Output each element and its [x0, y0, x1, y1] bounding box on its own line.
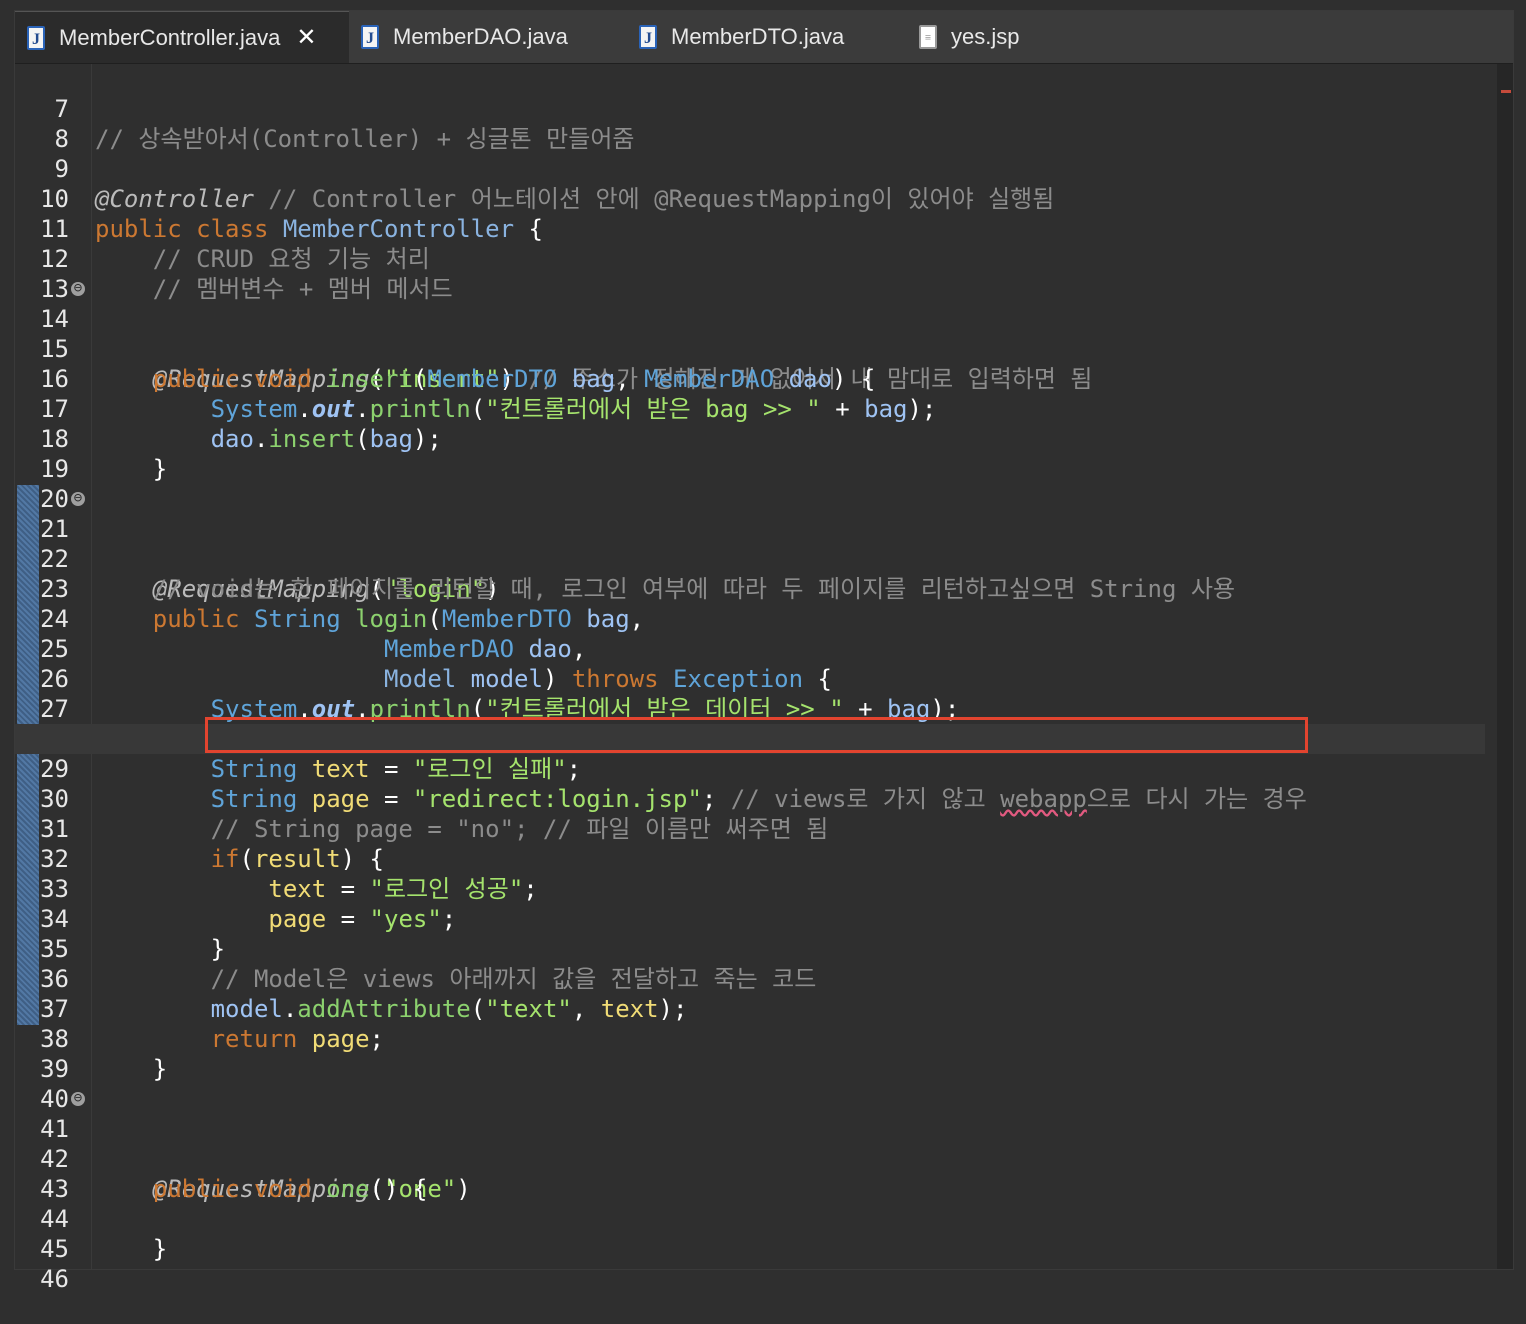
code-line: 9 @Controller // Controller 어노테이션 안에 @Re… [15, 124, 1485, 213]
highlight-annotation-box [205, 717, 1308, 753]
tab-label: MemberController.java [59, 24, 281, 50]
fold-collapse-icon[interactable]: ⊖ [71, 281, 85, 296]
code-line: 37 return page; [15, 964, 1485, 1053]
java-file-icon: J [27, 25, 45, 50]
code-line: 38 } [15, 994, 1485, 1083]
fold-collapse-icon[interactable]: ⊖ [71, 491, 85, 506]
code-line: 24 MemberDAO dao, [15, 574, 1485, 663]
code-line: 13 [15, 244, 1485, 303]
editor-window: J MemberController.java ✕ J MemberDAO.ja… [14, 10, 1514, 1293]
code-line: 33 page = "yes"; [15, 844, 1485, 933]
editor-tab-bar: J MemberController.java ✕ J MemberDAO.ja… [15, 11, 1513, 64]
code-line: 27 boolean result = dao.login(bag); [15, 664, 1485, 753]
code-line: 31 if(result) { [15, 784, 1485, 873]
line-number: 46 [40, 1265, 69, 1293]
code-line: 46 [15, 1234, 1485, 1293]
code-line: 12 // 멤버변수 + 멤버 메서드 [15, 214, 1485, 303]
code-line: 20 [15, 454, 1485, 513]
code-line: 43 [15, 1144, 1485, 1203]
code-line: 22 // void는 한 페이지를 리턴할 때, 로그인 여부에 따라 두 페… [15, 514, 1485, 603]
tab-label: MemberDTO.java [671, 24, 845, 49]
code-line: 35 // Model은 views 아래까지 값을 전달하고 죽는 코드 [15, 904, 1485, 993]
code-editor[interactable]: 7 // 상속받아서(Controller) + 싱글톤 만들어줌 8 9 @C… [15, 64, 1513, 1293]
tab-yes-jsp[interactable]: ≡ yes.jsp [919, 11, 1119, 63]
code-line: 39 [15, 1024, 1485, 1083]
code-line: 10 public class MemberController { [15, 154, 1485, 243]
tab-label: MemberDAO.java [393, 24, 568, 49]
close-icon[interactable]: ✕ [296, 12, 316, 64]
tab-label: yes.jsp [951, 24, 1020, 49]
jsp-file-icon: ≡ [919, 25, 937, 49]
java-file-icon: J [361, 25, 379, 49]
code-line: 26 System.out.println("컨트롤러에서 받은 데이터 >> … [15, 634, 1485, 723]
code-line: 36 model.addAttribute("text", text); [15, 934, 1485, 1023]
tab-membercontroller[interactable]: J MemberController.java ✕ [15, 11, 349, 63]
code-line: 19 [15, 424, 1485, 483]
code-line: 32 text = "로그인 성공"; [15, 814, 1485, 903]
code-line: 7 // 상속받아서(Controller) + 싱글톤 만들어줌 [15, 64, 1485, 153]
tab-memberdao[interactable]: J MemberDAO.java [361, 11, 621, 63]
code-line: 44 } [15, 1174, 1485, 1263]
code-line: 18 } [15, 394, 1485, 483]
code-line: 15 public void insert(MemberDTO bag, Mem… [15, 304, 1485, 393]
code-line: 8 [15, 94, 1485, 153]
code-line: 16 System.out.println("컨트롤러에서 받은 bag >> … [15, 334, 1485, 423]
code-line: 11 // CRUD 요청 기능 처리 [15, 184, 1485, 273]
code-line: 25 Model model) throws Exception { [15, 604, 1485, 693]
ruler-marker[interactable] [1501, 90, 1511, 93]
java-file-icon: J [639, 25, 657, 49]
code-line: 14 ⊖ @RequestMapping("insert") // 주소가 정해… [15, 274, 1485, 393]
code-line: 30 // String page = "no"; // 파일 이름만 써주면 … [15, 754, 1485, 843]
overview-ruler[interactable] [1497, 64, 1513, 1269]
code-line: 17 dao.insert(bag); [15, 364, 1485, 453]
code-line: 41 ⊖ @RequestMapping("one") [15, 1084, 1485, 1203]
code-line: 23 public String login(MemberDTO bag, [15, 544, 1485, 633]
fold-collapse-icon[interactable]: ⊖ [71, 1091, 85, 1106]
tab-memberdto[interactable]: J MemberDTO.java [639, 11, 899, 63]
code-line: 42 public void one() { [15, 1114, 1485, 1203]
code-line: 40 [15, 1054, 1485, 1113]
code-line: 21 ⊖ @RequestMapping("login") [15, 484, 1485, 603]
code-line: 45 [15, 1204, 1485, 1263]
code-line: 34 } [15, 874, 1485, 963]
